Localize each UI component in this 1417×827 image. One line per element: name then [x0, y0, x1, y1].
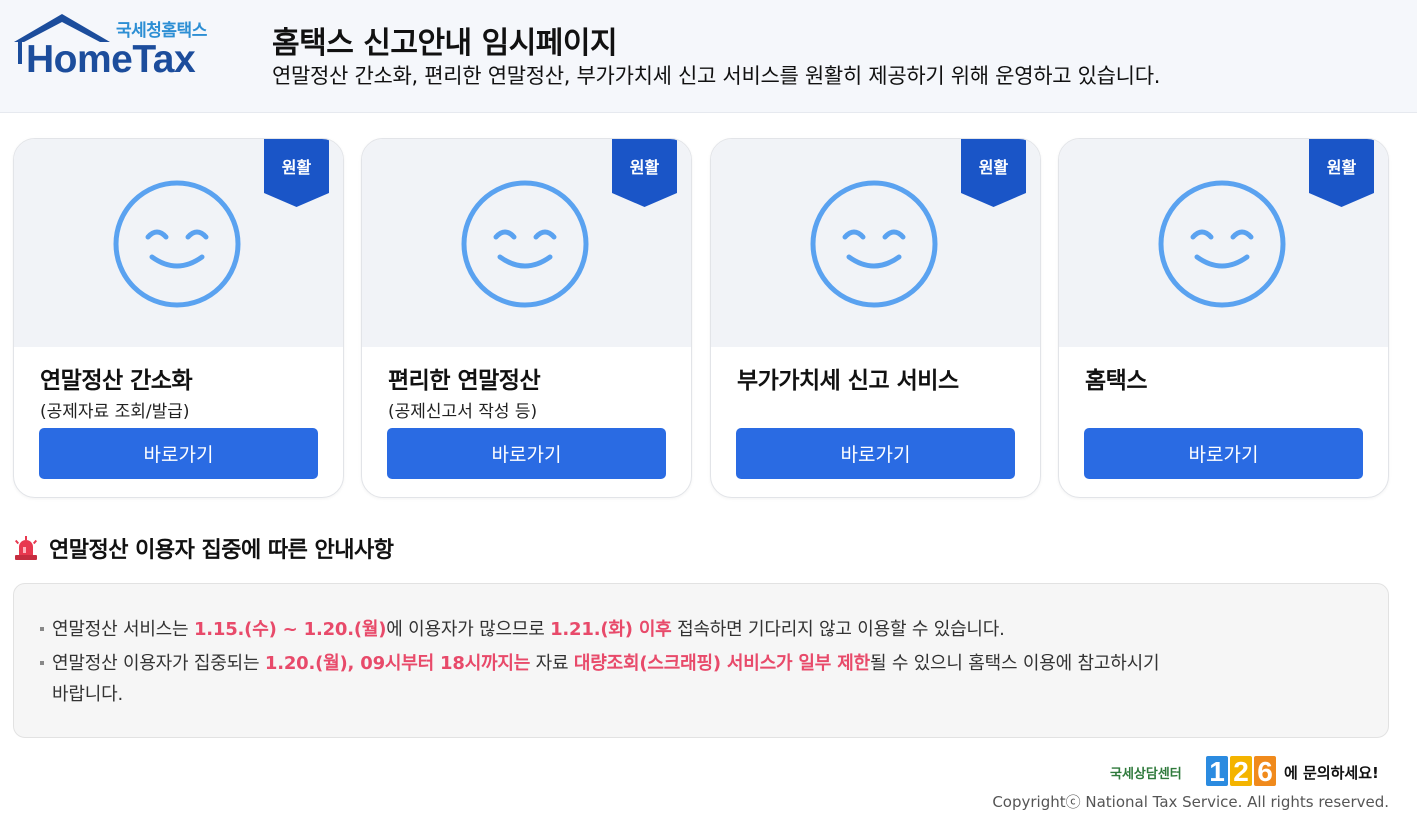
- status-badge: 원활: [961, 139, 1026, 207]
- svg-text:1: 1: [1209, 756, 1225, 787]
- copyright-text: Copyrightⓒ National Tax Service. All rig…: [992, 793, 1389, 811]
- page-title: 홈택스 신고안내 임시페이지: [272, 26, 618, 61]
- notice-text: 에 이용자가 많으므로: [386, 619, 551, 640]
- status-badge: 원활: [612, 139, 677, 207]
- service-card-convenient-yearend: 원활 편리한 연말정산 (공제신고서 작성 등) 바로가기: [361, 138, 692, 498]
- notice-title: 연말정산 이용자 집중에 따른 안내사항: [49, 538, 394, 563]
- call-center-126-logo: 국세상담센터 1 2 6 에 문의하세요!: [1110, 756, 1379, 787]
- go-button-convenient-yearend[interactable]: 바로가기: [387, 428, 666, 479]
- bullet: [40, 627, 44, 631]
- status-badge: 원활: [264, 139, 329, 207]
- card-subtitle: (공제신고서 작성 등): [388, 402, 538, 422]
- siren-icon: [14, 536, 38, 560]
- service-cards: 원활 연말정산 간소화 (공제자료 조회/발급) 바로가기 원활 편리한 연말정…: [13, 138, 1389, 498]
- hometax-logo[interactable]: 국세청홈택스 HomeTax: [12, 12, 227, 82]
- go-button-vat-filing[interactable]: 바로가기: [736, 428, 1015, 479]
- status-badge: 원활: [1309, 139, 1374, 207]
- notice-text: 연말정산 이용자가 집중되는: [52, 653, 265, 674]
- card-title: 연말정산 간소화: [40, 368, 193, 394]
- notice-text: 자료: [530, 653, 574, 674]
- go-button-yearend-simplified[interactable]: 바로가기: [39, 428, 318, 479]
- notice-item: 연말정산 서비스는 1.15.(수) ~ 1.20.(월)에 이용자가 많으므로…: [40, 614, 1312, 645]
- logo-text: HomeTax: [26, 38, 196, 81]
- svg-text:2: 2: [1233, 756, 1249, 787]
- smiley-icon: [1158, 180, 1286, 308]
- card-image-area: 원활: [1059, 139, 1388, 347]
- status-badge-label: 원활: [281, 158, 312, 177]
- card-image-area: 원활: [362, 139, 691, 347]
- smiley-icon: [113, 180, 241, 308]
- notice-highlight: 1.15.(수) ~ 1.20.(월): [193, 619, 387, 640]
- service-card-vat-filing: 원활 부가가치세 신고 서비스 바로가기: [710, 138, 1041, 498]
- card-title: 부가가치세 신고 서비스: [737, 368, 959, 394]
- service-card-hometax: 원활 홈택스 바로가기: [1058, 138, 1389, 498]
- notice-text: 될 수 있으니 홈택스 이용에 참고하시기: [869, 653, 1160, 674]
- card-subtitle: (공제자료 조회/발급): [40, 402, 190, 422]
- bullet: [40, 661, 44, 665]
- notice-text: 접속하면 기다리지 않고 이용할 수 있습니다.: [671, 619, 1005, 640]
- card-image-area: 원활: [711, 139, 1040, 347]
- status-badge-label: 원활: [978, 158, 1009, 177]
- service-card-yearend-simplified: 원활 연말정산 간소화 (공제자료 조회/발급) 바로가기: [13, 138, 344, 498]
- notice-highlight: 1.20.(월), 09시부터 18시까지는: [264, 653, 531, 674]
- notice-box: 연말정산 서비스는 1.15.(수) ~ 1.20.(월)에 이용자가 많으므로…: [13, 583, 1389, 738]
- notice-highlight: 1.21.(화) 이후: [550, 619, 672, 640]
- svg-text:6: 6: [1257, 756, 1273, 787]
- notice-heading: 연말정산 이용자 집중에 따른 안내사항: [13, 532, 394, 564]
- notice-item: 연말정산 이용자가 집중되는 1.20.(월), 09시부터 18시까지는 자료…: [40, 648, 1312, 710]
- smiley-icon: [461, 180, 589, 308]
- contact-suffix: 에 문의하세요!: [1284, 764, 1379, 782]
- notice-highlight: 대량조회(스크래핑) 서비스가 일부 제한: [573, 653, 870, 674]
- card-title: 홈택스: [1085, 368, 1147, 394]
- page-header: 국세청홈택스 HomeTax 홈택스 신고안내 임시페이지 연말정산 간소화, …: [0, 0, 1417, 113]
- contact-banner: 국세상담센터 1 2 6 에 문의하세요!: [1110, 753, 1390, 789]
- notice-text: 연말정산 서비스는: [52, 619, 194, 640]
- card-image-area: 원활: [14, 139, 343, 347]
- card-title: 편리한 연말정산: [388, 368, 541, 394]
- smiley-icon: [810, 180, 938, 308]
- status-badge-label: 원활: [629, 158, 660, 177]
- notice-text: 바랍니다.: [52, 684, 123, 705]
- page-description: 연말정산 간소화, 편리한 연말정산, 부가가치세 신고 서비스를 원활히 제공…: [272, 64, 1161, 88]
- status-badge-label: 원활: [1326, 158, 1357, 177]
- contact-prefix: 국세상담센터: [1110, 766, 1182, 782]
- go-button-hometax[interactable]: 바로가기: [1084, 428, 1363, 479]
